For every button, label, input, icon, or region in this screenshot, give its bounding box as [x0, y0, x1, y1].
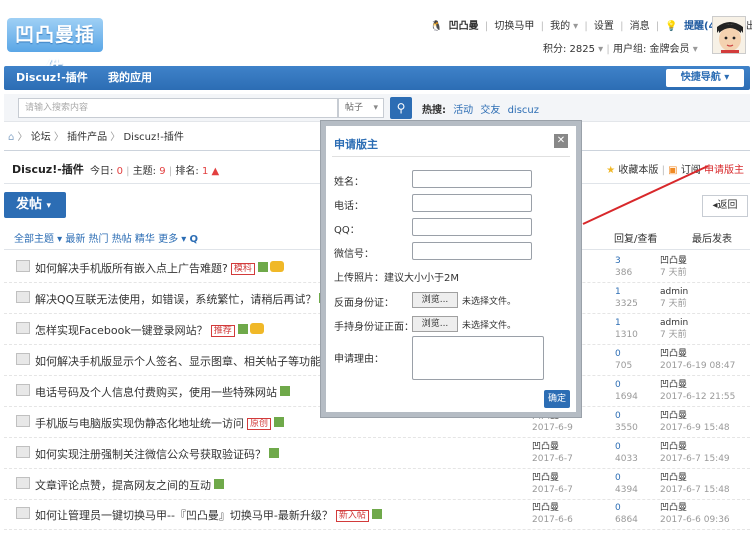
wechat-label: 微信号： — [334, 249, 374, 260]
id-back-no-file: 未选择文件。 — [462, 297, 517, 307]
dialog-title: 申请版主 — [334, 138, 378, 151]
id-back-browse-button[interactable]: 浏览... — [412, 292, 458, 308]
phone-label: 电话： — [334, 201, 364, 212]
qq-label: QQ： — [334, 225, 360, 236]
confirm-button[interactable]: 确定 — [544, 390, 570, 408]
id-front-browse-button[interactable]: 浏览... — [412, 316, 458, 332]
name-field[interactable] — [412, 170, 532, 188]
phone-field[interactable] — [412, 194, 532, 212]
close-icon[interactable]: ✕ — [554, 134, 568, 148]
id-front-label: 手持身份证正面： — [334, 322, 414, 333]
id-back-label: 反面身份证： — [334, 298, 394, 309]
wechat-field[interactable] — [412, 242, 532, 260]
name-label: 姓名： — [334, 177, 364, 188]
qq-field[interactable] — [412, 218, 532, 236]
reason-textarea[interactable] — [412, 336, 544, 380]
reason-label: 申请理由： — [334, 354, 384, 365]
apply-moderator-dialog: 申请版主 ✕ 姓名： 电话： QQ： 微信号： 上传照片：建议大小小于2M 反面… — [321, 121, 581, 417]
id-front-no-file: 未选择文件。 — [462, 321, 517, 331]
photo-note: 上传照片：建议大小小于2M — [334, 273, 459, 284]
